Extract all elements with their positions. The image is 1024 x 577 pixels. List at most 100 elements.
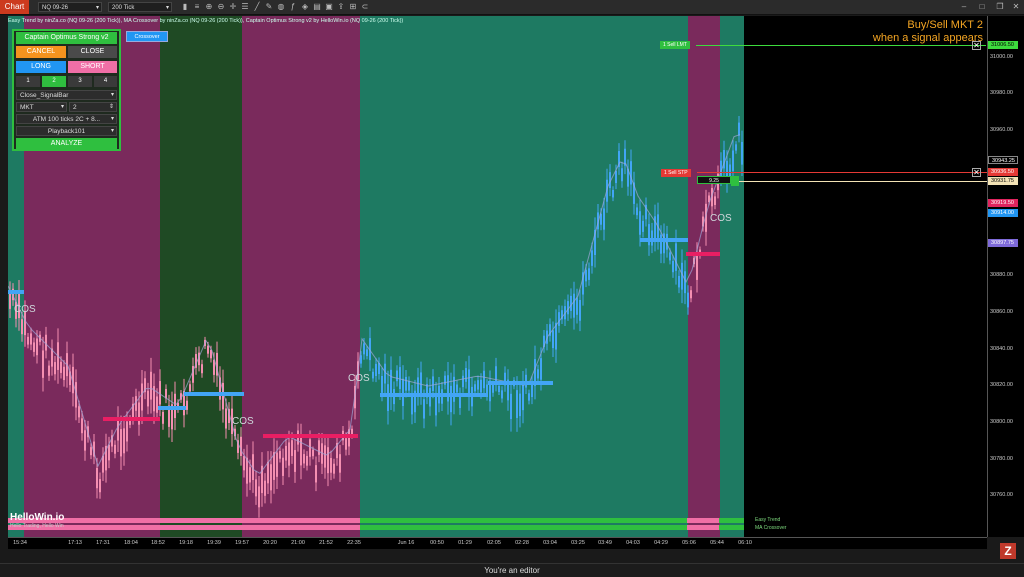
zoom-in-icon[interactable]: ⊕ [204, 2, 214, 12]
zoom-out-icon[interactable]: ⊖ [216, 2, 226, 12]
price-chart[interactable] [8, 16, 987, 537]
x-tick-label: 04:03 [626, 540, 640, 546]
candle-body [363, 343, 365, 355]
signal-level-bar [184, 392, 244, 396]
candle-body [99, 479, 101, 493]
cancel-button[interactable]: CANCEL [16, 46, 66, 58]
tab-4[interactable]: 4 [94, 76, 117, 87]
long-button[interactable]: LONG [16, 61, 66, 73]
indicator-icon[interactable]: ƒ [288, 2, 298, 12]
short-button[interactable]: SHORT [68, 61, 117, 73]
x-tick-label: 20:20 [263, 540, 277, 546]
share-icon[interactable]: ⇪ [336, 2, 346, 12]
minimize-icon[interactable]: – [956, 1, 972, 13]
candle-body [732, 150, 734, 172]
interval-label: 200 Tick [112, 5, 135, 11]
candle-body [27, 336, 29, 345]
candle-body [315, 465, 317, 483]
candle-body [24, 311, 26, 336]
candle-body [30, 333, 32, 345]
strategy-icon[interactable]: ◈ [300, 2, 310, 12]
candle-body [642, 220, 644, 232]
candle-body [630, 161, 632, 185]
draw-line-icon[interactable]: ╱ [252, 2, 262, 12]
x-tick-label: 03:25 [571, 540, 585, 546]
sell-limit-line [696, 45, 986, 46]
cos-signal-label: COS [232, 416, 254, 427]
stepper-icon: ⇕ [108, 104, 114, 110]
x-tick-label: 00:50 [430, 540, 444, 546]
atm-strategy-select[interactable]: ATM 100 ticks 2C + 8... ▾ [16, 114, 117, 124]
mode-select[interactable]: Close_SignalBar ▾ [16, 90, 117, 100]
hellowin-logo: HelloWin.io Hello Trading, Hello Win [10, 512, 64, 529]
candle-body [60, 361, 62, 373]
candle-body [402, 378, 404, 407]
link-icon[interactable]: ⊂ [360, 2, 370, 12]
position-qty[interactable] [731, 176, 739, 186]
cos-signal-label: COS [348, 373, 370, 384]
quantity-stepper[interactable]: 2 ⇕ [69, 102, 117, 112]
x-tick-label: 02:28 [515, 540, 529, 546]
bars-icon[interactable]: ▮ [180, 2, 190, 12]
sell-stop-order-tag[interactable]: 1 Sell STP [661, 169, 691, 177]
candle-body [327, 447, 329, 474]
candle-body [255, 479, 257, 497]
tab-3[interactable]: 3 [68, 76, 92, 87]
easy-trend-strip-down [687, 518, 719, 523]
instrument-label: NQ 09-26 [42, 5, 69, 11]
instrument-selector[interactable]: NQ 09-26 ▾ [38, 2, 102, 12]
x-tick-label: 03:49 [598, 540, 612, 546]
candle-body [396, 370, 398, 382]
candle-body [585, 269, 587, 282]
candle-body [78, 406, 80, 418]
crossover-button[interactable]: Crossover [126, 31, 168, 42]
position-pnl[interactable]: 9.25 [697, 176, 731, 184]
pencil-icon[interactable]: ✎ [264, 2, 274, 12]
chart-style-icon[interactable]: ≡ [192, 2, 202, 12]
candle-body [312, 449, 314, 457]
tab-1[interactable]: 1 [16, 76, 40, 87]
app-logo[interactable]: Z [1000, 543, 1016, 559]
indicator-list: Easy Trend by ninZa.co (NQ 09-26 (200 Ti… [8, 18, 404, 24]
analyze-button[interactable]: ANALYZE [16, 138, 117, 150]
price-tag: 30919.50 [988, 199, 1018, 207]
account-value: Playback101 [47, 128, 86, 135]
chevron-down-icon: ▾ [60, 104, 64, 110]
price-tag: 30897.75 [988, 239, 1018, 247]
close-icon[interactable]: ✕ [972, 41, 981, 50]
globe-icon[interactable]: ◍ [276, 2, 286, 12]
close-icon[interactable]: ✕ [1008, 1, 1024, 13]
candle-body [660, 234, 662, 254]
candle-body [429, 388, 431, 407]
x-tick-label: Jun 16 [397, 540, 415, 546]
price-tag: 30914.00 [988, 209, 1018, 217]
sell-limit-order-tag[interactable]: 1 Sell LMT [660, 41, 690, 49]
screenshot-icon[interactable]: ▣ [324, 2, 334, 12]
candle-body [579, 299, 581, 321]
restore-icon[interactable]: ❐ [992, 1, 1008, 13]
maximize-icon[interactable]: □ [974, 1, 990, 13]
candle-body [390, 369, 392, 397]
layers-icon[interactable]: ▤ [312, 2, 322, 12]
properties-icon[interactable]: ☰ [240, 2, 250, 12]
crosshair-icon[interactable]: ✛ [228, 2, 238, 12]
position-line [730, 181, 987, 182]
candle-body [639, 211, 641, 235]
account-select[interactable]: Playback101 ▾ [16, 126, 117, 136]
tab-2[interactable]: 2 [42, 76, 66, 87]
candle-body [522, 384, 524, 411]
x-tick-label: 02:05 [487, 540, 501, 546]
candle-body [690, 290, 692, 299]
chart-trader-icon[interactable]: ⊞ [348, 2, 358, 12]
x-tick-label: 19:39 [207, 540, 221, 546]
order-type-select[interactable]: MKT ▾ [16, 102, 67, 112]
close-button[interactable]: CLOSE [68, 46, 117, 58]
candle-body [21, 319, 23, 335]
chart-tab[interactable]: Chart [0, 0, 29, 14]
candle-body [570, 295, 572, 311]
close-icon[interactable]: ✕ [972, 168, 981, 177]
interval-selector[interactable]: 200 Tick ▾ [108, 2, 172, 12]
x-tick-label: 17:13 [68, 540, 82, 546]
signal-level-bar [263, 434, 358, 438]
candle-body [483, 370, 485, 389]
